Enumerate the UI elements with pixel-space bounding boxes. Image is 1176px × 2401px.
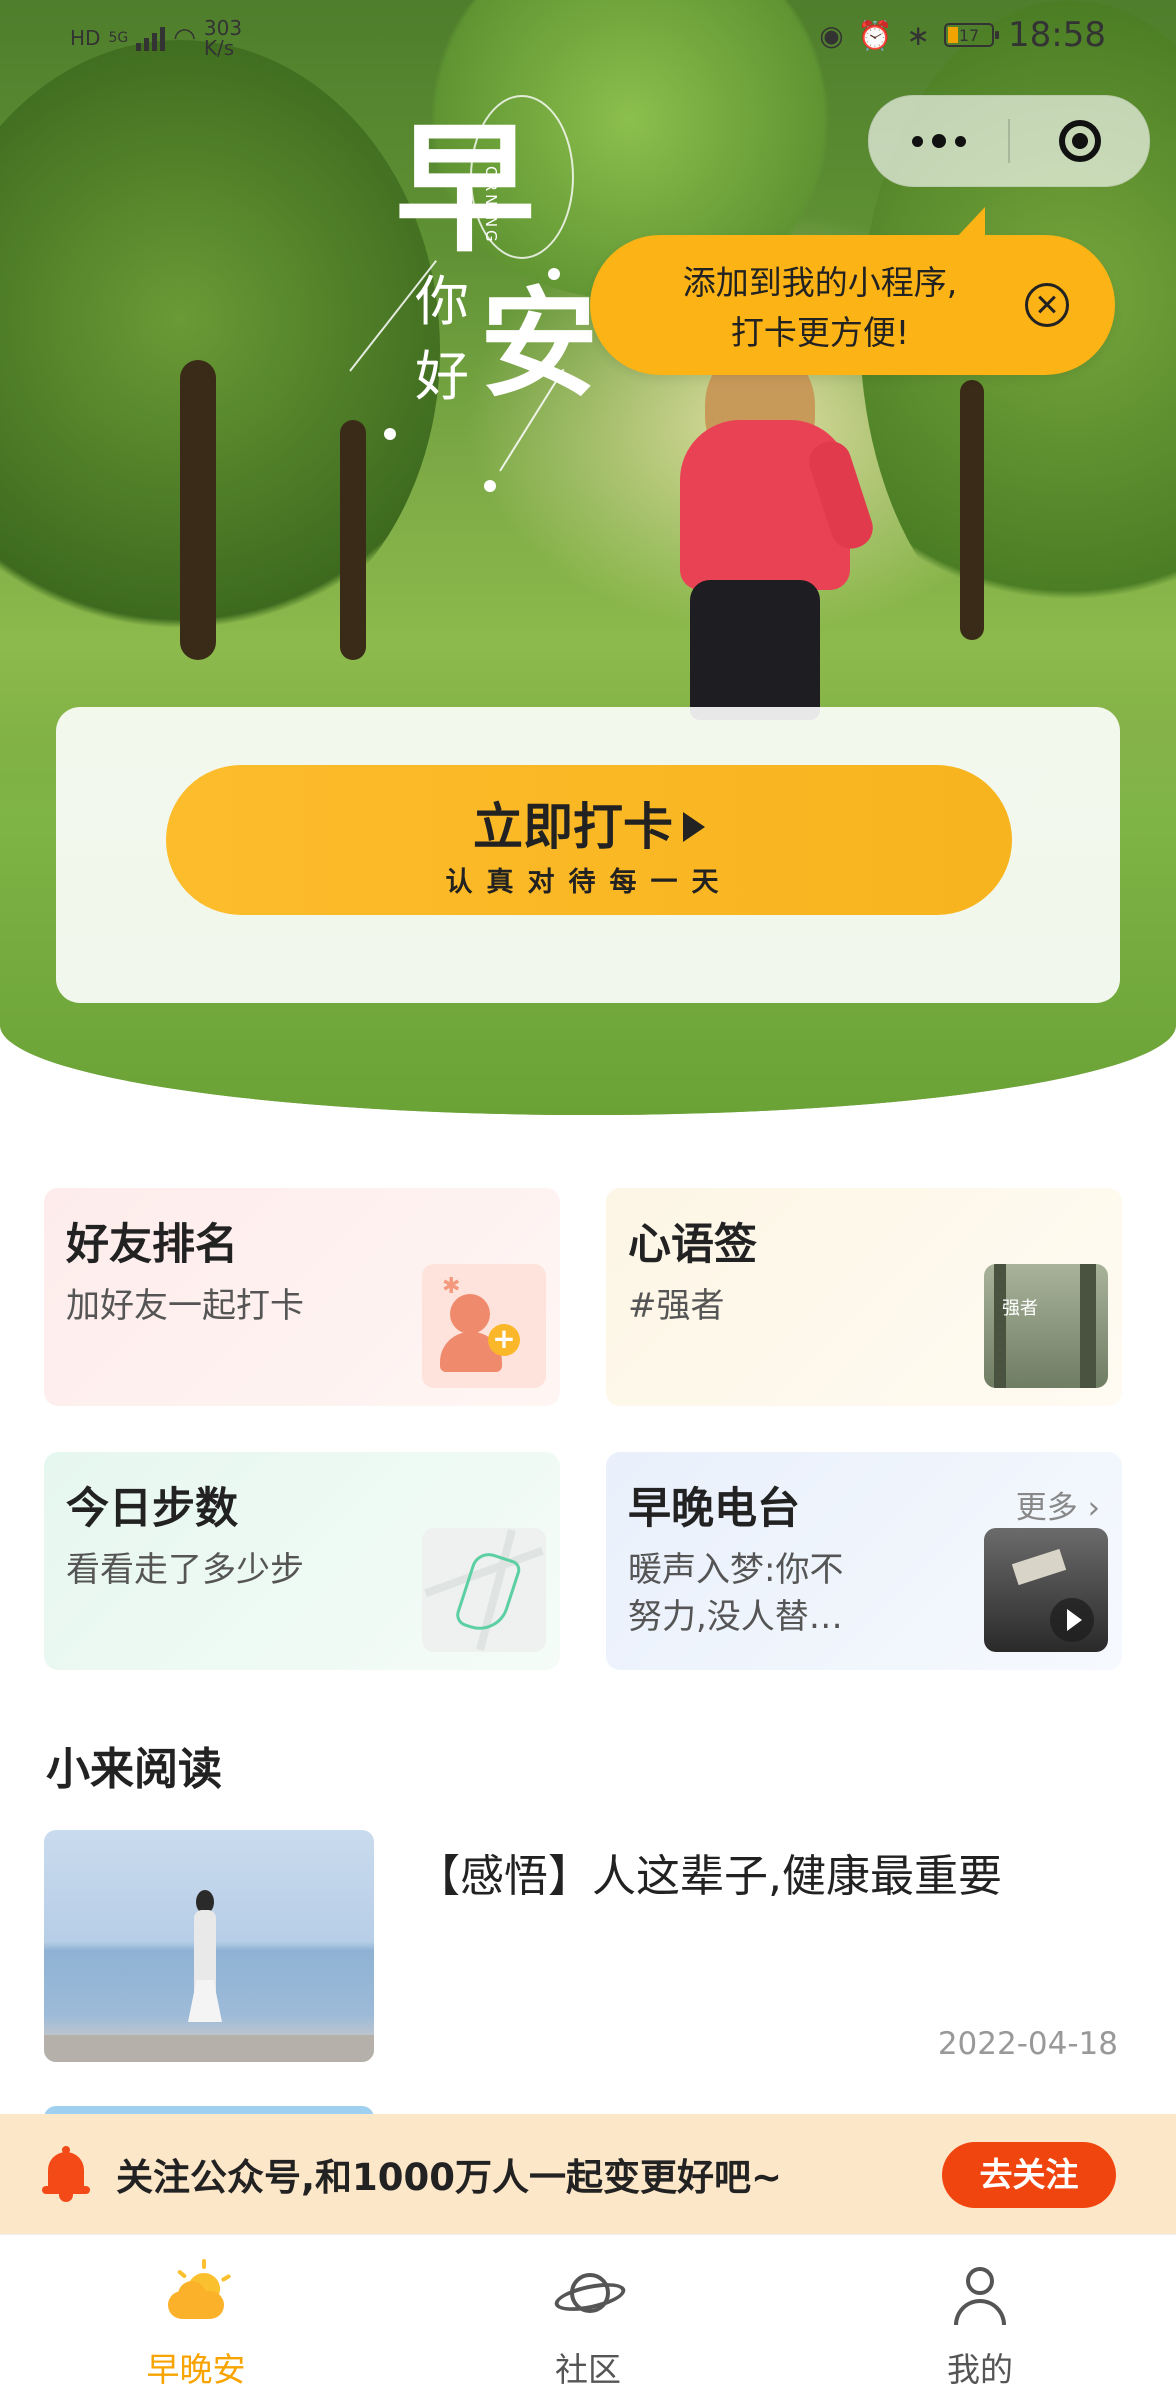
tab-bar: 早晚安 社区 我的 [0,2234,1176,2401]
sun-cloud-icon [166,2259,232,2325]
radio-thumbnail [984,1528,1108,1652]
calligraphy-an: 安 [480,274,599,413]
checkin-label: 立即打卡 [473,798,673,856]
planet-icon [552,2265,628,2325]
status-time: 18:58 [1008,15,1106,55]
article-thumbnail [44,1830,374,2062]
runner-legs [690,580,820,720]
checkin-button[interactable]: 立即打卡 认真对待每一天 [166,765,1012,915]
person-icon [950,2265,1010,2325]
network-type: 5G [108,30,129,46]
radio-subtitle-line-1: 暖声入梦:你不 [628,1550,844,1590]
tooltip-line-2: 打卡更方便! [730,313,910,352]
calligraphy-dot [548,268,560,280]
add-miniprogram-tooltip: 添加到我的小程序, 打卡更方便! [590,207,1115,375]
hd-indicator: HD [70,26,101,50]
hero-banner: 早 你 好 安 MORNING HD 5G ◠ 303 K/s ◉ ⏰ ∗ 17… [0,0,1176,1115]
calligraphy-morning: MORNING [482,150,500,245]
card-title: 今日步数 [66,1484,238,1534]
article-title: 【感悟】人这辈子,健康最重要 [416,1851,1002,1902]
tab-morning-night[interactable]: 早晚安 [0,2235,392,2401]
tooltip-text: 添加到我的小程序, 打卡更方便! [640,258,1000,358]
status-bar: HD 5G ◠ 303 K/s ◉ ⏰ ∗ 17 18:58 [0,0,1176,70]
calligraphy-dot [484,480,496,492]
heart-words-card[interactable]: 心语签 #强者 强者 [606,1188,1122,1406]
tooltip-line-1: 添加到我的小程序, [682,263,958,302]
heart-words-thumbnail: 强者 [984,1264,1108,1388]
article-date: 2022-04-18 [937,2026,1118,2062]
calligraphy-dot [384,428,396,440]
checkin-panel: 立即打卡 认真对待每一天 [56,707,1120,1003]
card-subtitle: 看看走了多少步 [66,1550,304,1590]
network-speed-unit: K/s [203,36,235,60]
card-subtitle: 加好友一起打卡 [66,1286,304,1326]
checkin-subtitle: 认真对待每一天 [445,867,733,898]
chevron-right-icon: › [1087,1490,1100,1526]
checkin-label-row: 立即打卡 [166,787,1012,859]
follow-button[interactable]: 去关注 [942,2142,1116,2208]
thumbnail-text: 强者 [1002,1298,1038,1319]
card-subtitle: 暖声入梦:你不 努力,没人替… [628,1547,843,1641]
alarm-icon: ⏰ [857,18,893,52]
more-link[interactable]: 更多 › [1016,1482,1100,1527]
radio-card[interactable]: 早晚电台 更多 › 暖声入梦:你不 努力,没人替… [606,1452,1122,1670]
card-subtitle: #强者 [628,1286,725,1326]
more-dots-icon[interactable] [869,134,1008,148]
play-icon[interactable] [1050,1598,1094,1642]
card-title: 早晚电台 [628,1484,800,1534]
close-circle-icon[interactable] [1025,283,1069,327]
play-arrow-icon [683,811,705,842]
capsule-close-button[interactable] [1010,120,1149,162]
tab-label: 早晚安 [146,2350,246,2389]
radio-subtitle-line-2: 努力,没人替… [628,1597,843,1637]
target-circle-icon [1058,120,1101,162]
follow-text: 关注公众号,和1000万人一起变更好吧~ [116,2156,783,2199]
calligraphy-hao: 好 [415,345,469,408]
calligraphy-ni: 你 [415,270,469,333]
bluetooth-icon: ∗ [906,18,931,52]
follow-banner: 关注公众号,和1000万人一起变更好吧~ 去关注 [0,2114,1176,2234]
miniprogram-capsule [868,95,1150,187]
battery-level: 17 [958,25,980,45]
more-label: 更多 [1015,1490,1078,1526]
card-title: 好友排名 [66,1220,238,1270]
calligraphy-zao: 早 [395,108,536,272]
tab-community[interactable]: 社区 [392,2235,784,2401]
add-friend-icon: ✱ + [422,1264,546,1388]
map-route-icon [422,1528,546,1652]
card-title: 心语签 [628,1220,757,1270]
tab-label: 我的 [947,2350,1013,2389]
wifi-icon: ◠ [173,23,196,53]
signal-icon [136,25,166,51]
friend-ranking-card[interactable]: 好友排名 加好友一起打卡 ✱ + [44,1188,560,1406]
bell-icon [42,2146,90,2202]
tab-mine[interactable]: 我的 [784,2235,1176,2401]
eye-icon: ◉ [819,18,844,52]
network-speed: 303 [203,16,243,40]
article-item[interactable]: 【感悟】人这辈子,健康最重要 2022-04-18 [44,1830,1134,2062]
today-steps-card[interactable]: 今日步数 看看走了多少步 [44,1452,560,1670]
tab-label: 社区 [555,2350,621,2389]
reading-section-title: 小来阅读 [46,1744,222,1795]
battery-icon: 17 [944,23,1000,47]
